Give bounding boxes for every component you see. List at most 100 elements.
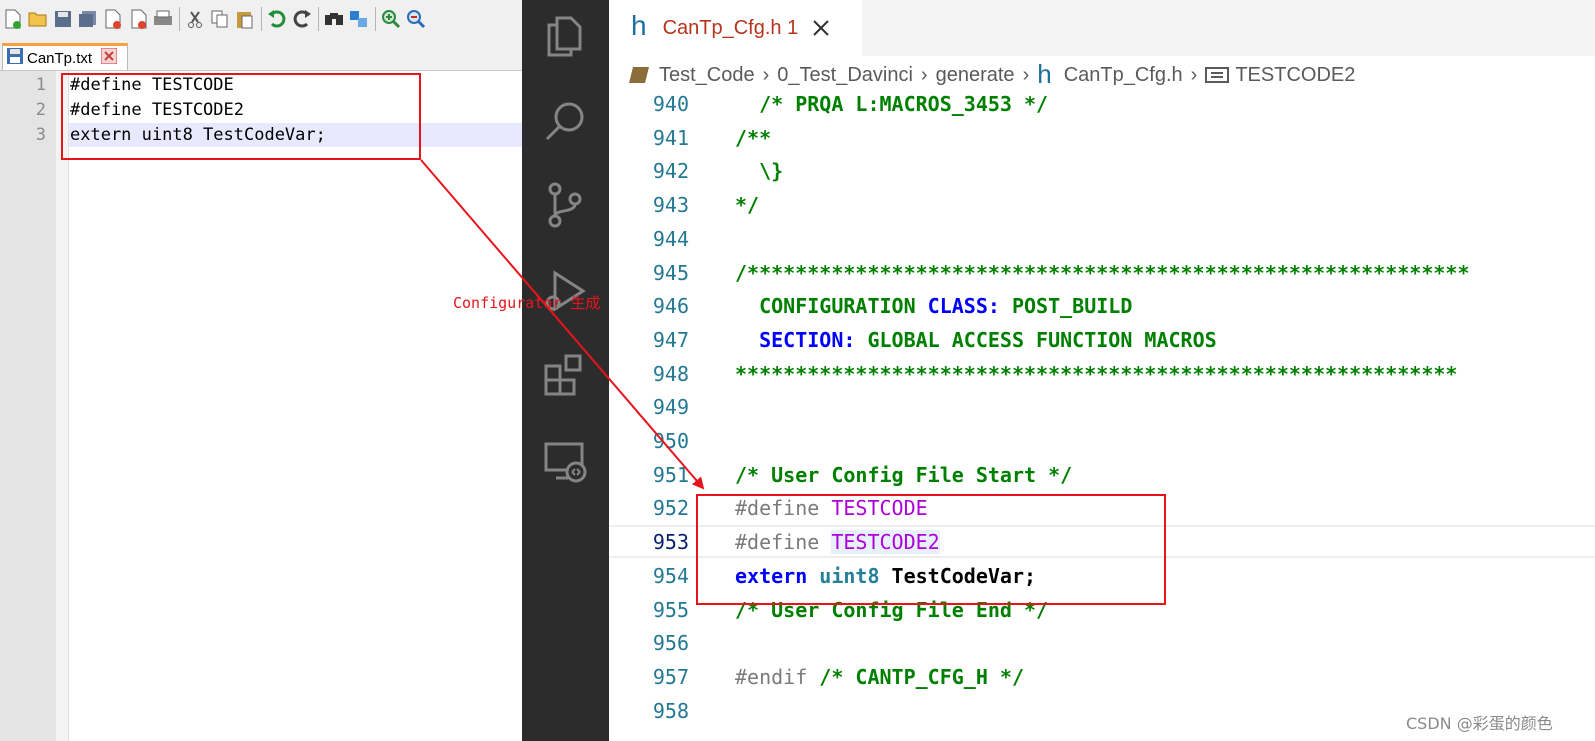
close-all-icon[interactable] (127, 8, 149, 30)
replace-icon[interactable] (348, 8, 370, 30)
new-file-icon[interactable] (2, 8, 24, 30)
save-icon[interactable] (52, 8, 74, 30)
explorer-icon[interactable] (540, 12, 590, 62)
code-token: \} (735, 159, 784, 184)
zoom-out-icon[interactable] (405, 8, 427, 30)
copy-icon[interactable] (209, 8, 231, 30)
line-number: 952 (652, 496, 689, 521)
line-number: 945 (652, 260, 689, 285)
line-number: 954 (652, 563, 689, 588)
toolbar-divider (261, 7, 262, 31)
code-line: #endif /* CANTP_CFG_H */ (735, 660, 1024, 694)
save-icon (7, 48, 23, 68)
npp-line-number: 1 (35, 75, 46, 95)
breadcrumb-file[interactable]: CanTp_Cfg.h (1064, 64, 1183, 87)
undo-icon[interactable] (266, 8, 288, 30)
header-file-icon: h (631, 10, 647, 41)
code-token: ****************************************… (735, 361, 1458, 386)
toolbar-divider (318, 7, 319, 31)
remote-explorer-icon[interactable] (540, 436, 590, 486)
redo-icon[interactable] (291, 8, 313, 30)
code-line: /** (735, 121, 771, 155)
npp-editor[interactable]: 1 #define TESTCODE 2 #define TESTCODE2 3 exte… (0, 71, 522, 741)
npp-file-tab[interactable]: CanTp.txt (2, 43, 128, 70)
breadcrumb-symbol[interactable]: TESTCODE2 (1235, 64, 1355, 87)
search-icon[interactable] (540, 96, 590, 146)
paste-icon[interactable] (234, 8, 256, 30)
toolbar-divider (375, 7, 376, 31)
breadcrumb-subfolder[interactable]: 0_Test_Davinci (777, 64, 913, 87)
chevron-right-icon: › (1022, 63, 1030, 86)
toolbar-divider (179, 7, 180, 31)
open-file-icon[interactable] (27, 8, 49, 30)
line-number: 944 (652, 226, 689, 251)
vscode-activity-bar (522, 0, 609, 741)
vscode-editor-tab[interactable]: h CanTp_Cfg.h 1 (609, 0, 862, 56)
folder-icon (629, 65, 651, 85)
line-number: 947 (652, 327, 689, 352)
code-line: /* User Config File Start */ (735, 458, 1072, 492)
code-token: #endif (735, 664, 808, 689)
breadcrumb-folder[interactable]: Test_Code (659, 64, 755, 87)
npp-toolbar (0, 0, 522, 38)
symbol-constant-icon (1205, 66, 1230, 84)
npp-line-number: 3 (35, 125, 46, 145)
code-token: GLOBAL ACCESS FUNCTION MACROS (855, 327, 1217, 352)
code-token: POST_BUILD (999, 294, 1133, 319)
code-line: \} (735, 154, 783, 188)
vscode-editor[interactable]: 940 /* PRQA L:MACROS_3453 */ 941 /** 942 \}… (609, 94, 1595, 741)
code-token: */ (735, 193, 760, 218)
breadcrumb: Test_Code › 0_Test_Davinci › generate › … (609, 56, 1595, 94)
watermark: CSDN @彩蛋的颜色 (1406, 714, 1553, 733)
chevron-right-icon: › (1190, 63, 1198, 86)
line-number: 950 (652, 429, 689, 453)
breadcrumb-subfolder-2[interactable]: generate (936, 64, 1015, 87)
line-number: 949 (652, 395, 689, 420)
line-number: 956 (652, 631, 689, 656)
tab-title: CanTp_Cfg.h 1 (662, 16, 799, 39)
code-line: CONFIGURATION CLASS: POST_BUILD (735, 289, 1132, 323)
code-token: /* PRQA L:MACROS_3453 */ (735, 94, 1049, 116)
find-icon[interactable] (323, 8, 345, 30)
highlight-box-generated (696, 494, 1166, 605)
line-number: 940 (652, 94, 689, 116)
code-token: /* CANTP_CFG_H */ (807, 664, 1024, 689)
header-file-icon: h (1037, 58, 1052, 89)
line-number: 948 (652, 361, 689, 386)
code-token: /***************************************… (735, 260, 1470, 285)
save-all-icon[interactable] (77, 8, 99, 30)
highlight-box-source (61, 73, 421, 160)
code-line: /***************************************… (735, 256, 1470, 290)
code-token: CLASS: (927, 294, 1000, 319)
zoom-in-icon[interactable] (380, 8, 402, 30)
line-number: 943 (652, 193, 689, 218)
line-number: 957 (652, 664, 689, 689)
npp-tab-bar: CanTp.txt (0, 40, 522, 71)
line-number: 955 (652, 597, 689, 622)
close-icon[interactable] (100, 47, 118, 68)
npp-fold-margin (56, 71, 69, 741)
npp-line-number-gutter (0, 71, 56, 741)
code-line: ****************************************… (735, 357, 1457, 391)
cut-icon[interactable] (184, 8, 206, 30)
line-number: 951 (652, 462, 689, 487)
close-icon[interactable] (812, 19, 830, 37)
source-control-icon[interactable] (540, 180, 590, 230)
line-number: 941 (652, 125, 689, 150)
line-number: 953 (652, 530, 689, 555)
code-line: SECTION: GLOBAL ACCESS FUNCTION MACROS (735, 323, 1217, 357)
line-number: 958 (652, 698, 689, 723)
line-number: 942 (652, 159, 689, 184)
chevron-right-icon: › (762, 63, 770, 86)
close-icon[interactable] (102, 8, 124, 30)
chevron-right-icon: › (920, 63, 928, 86)
print-icon[interactable] (152, 8, 174, 30)
code-line: */ (735, 188, 759, 222)
extensions-icon[interactable] (540, 350, 590, 400)
code-token: SECTION: (759, 327, 856, 352)
line-number: 946 (652, 294, 689, 319)
code-token: /* User Config File Start */ (735, 462, 1073, 487)
code-token: CONFIGURATION (735, 294, 928, 319)
annotation-label: Configurator 生成 (453, 294, 601, 312)
